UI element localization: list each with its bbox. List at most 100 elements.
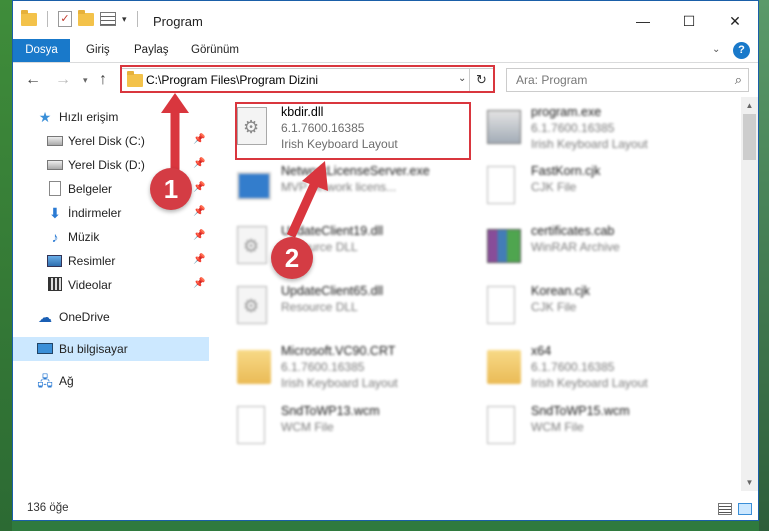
sidebar-item-label: OneDrive <box>59 310 110 324</box>
pin-icon[interactable]: 📌 <box>193 134 205 145</box>
address-bar-highlight <box>120 65 495 93</box>
drive-icon <box>47 133 63 149</box>
pin-icon[interactable]: 📌 <box>193 158 205 169</box>
download-icon: ⬇ <box>49 205 61 221</box>
pin-icon[interactable]: 📌 <box>193 254 205 265</box>
file-item[interactable]: NetworkLicenseServer.exe MVP network lic… <box>231 159 467 213</box>
sidebar-item-label: Hızlı erişim <box>59 110 119 124</box>
pin-icon[interactable]: 📌 <box>193 278 205 289</box>
file-item[interactable]: certificates.cab WinRAR Archive <box>481 219 717 273</box>
file-item[interactable]: Microsoft.VC90.CRT 6.1.7600.16385 Irish … <box>231 339 467 393</box>
tab-file[interactable]: Dosya <box>13 39 70 62</box>
file-item[interactable]: program.exe 6.1.7600.16385 Irish Keyboar… <box>481 100 717 154</box>
archive-icon <box>487 226 521 266</box>
details-view-icon[interactable] <box>718 503 732 515</box>
blank-file-icon <box>487 166 521 206</box>
sidebar-item-label: Resimler <box>68 254 116 268</box>
file-type: WCM File <box>281 420 334 434</box>
new-folder-icon[interactable] <box>78 9 94 26</box>
file-name: NetworkLicenseServer.exe <box>281 164 430 178</box>
sidebar-item-pictures[interactable]: Resimler 📌 <box>13 249 209 273</box>
desktop-background-left <box>0 0 12 531</box>
tab-home[interactable]: Giriş <box>73 39 123 62</box>
sidebar-item-videos[interactable]: Videolar 📌 <box>13 273 209 297</box>
sidebar-item-onedrive[interactable]: ☁ OneDrive <box>13 305 209 329</box>
tab-share[interactable]: Paylaş <box>121 39 182 62</box>
dll-gear-icon <box>237 226 271 266</box>
minimize-button[interactable]: — <box>620 1 666 41</box>
sidebar-item-network[interactable]: 🖧 Ağ <box>13 369 209 393</box>
back-arrow-icon[interactable]: ← <box>25 71 41 89</box>
file-name: SndToWP15.wcm <box>531 404 630 418</box>
step-badge-2: 2 <box>271 237 313 279</box>
help-button[interactable]: ? <box>733 42 750 59</box>
file-name: SndToWP13.wcm <box>281 404 380 418</box>
qat-dropdown-icon[interactable]: ▾ <box>122 14 127 25</box>
vertical-scrollbar[interactable]: ▲ ▼ <box>741 97 758 491</box>
divider <box>47 11 48 27</box>
file-name: UpdateClient65.dll <box>281 284 384 298</box>
search-placeholder[interactable]: Ara: Program <box>516 73 587 87</box>
tiles-view-icon[interactable] <box>738 503 752 515</box>
network-icon: 🖧 <box>37 373 53 389</box>
file-item[interactable]: Korean.cjk CJK File <box>481 279 717 333</box>
recent-locations-chevron-icon[interactable]: ▾ <box>83 75 88 86</box>
scroll-up-icon[interactable]: ▲ <box>741 97 758 114</box>
scroll-down-icon[interactable]: ▼ <box>741 474 758 491</box>
documents-icon <box>49 181 65 197</box>
search-box[interactable]: Ara: Program ⌕ <box>506 68 749 92</box>
star-icon: ★ <box>38 109 52 125</box>
sidebar-item-label: Yerel Disk (D:) <box>68 158 145 172</box>
status-bar: 136 öğe <box>13 498 758 520</box>
sidebar-item-this-pc[interactable]: Bu bilgisayar <box>13 337 209 361</box>
forward-arrow-icon[interactable]: → <box>55 71 71 89</box>
file-description: Irish Keyboard Layout <box>531 137 648 151</box>
file-item[interactable]: UpdateClient19.dll Resource DLL <box>231 219 467 273</box>
file-type: MVP network licens... <box>281 180 397 194</box>
file-version: 6.1.7600.16385 <box>531 121 615 135</box>
properties-check-icon[interactable]: ✓ <box>58 11 72 27</box>
sidebar-item-music[interactable]: ♪ Müzik 📌 <box>13 225 209 249</box>
maximize-button[interactable]: ☐ <box>666 1 712 41</box>
properties-list-icon[interactable] <box>100 12 116 26</box>
exe-icon <box>487 107 521 147</box>
step-badge-1: 1 <box>150 168 192 210</box>
sidebar-item-label: İndirmeler <box>68 206 122 220</box>
up-arrow-icon[interactable]: ↑ <box>99 71 107 89</box>
folder-icon <box>21 9 37 26</box>
pin-icon[interactable]: 📌 <box>193 206 205 217</box>
close-button[interactable]: ✕ <box>712 1 758 41</box>
window-title: Program <box>153 14 203 29</box>
divider <box>136 11 138 27</box>
blank-file-icon <box>487 286 521 326</box>
file-name: program.exe <box>531 105 602 119</box>
search-icon[interactable]: ⌕ <box>735 72 742 88</box>
file-item[interactable]: FastKorn.cjk CJK File <box>481 159 717 213</box>
pin-icon[interactable]: 📌 <box>193 182 205 193</box>
sidebar-item-local-disk-c[interactable]: Yerel Disk (C:) 📌 <box>13 129 209 153</box>
blank-file-icon <box>237 406 271 446</box>
chevron-down-icon[interactable]: ⌄ <box>712 44 724 56</box>
title-bar: ✓ ▾ Program — ☐ ✕ <box>13 1 758 41</box>
tab-view[interactable]: Görünüm <box>178 39 252 62</box>
file-type: WCM File <box>531 420 584 434</box>
file-name: Korean.cjk <box>531 284 591 298</box>
music-icon: ♪ <box>51 229 59 245</box>
file-description: Irish Keyboard Layout <box>531 376 648 390</box>
file-name: Microsoft.VC90.CRT <box>281 344 396 358</box>
pin-icon[interactable]: 📌 <box>193 230 205 241</box>
scroll-thumb[interactable] <box>743 114 756 160</box>
sidebar-item-quick-access[interactable]: ★ Hızlı erişim <box>13 105 209 129</box>
sidebar-item-label: Belgeler <box>68 182 113 196</box>
file-item[interactable]: SndToWP13.wcm WCM File <box>231 399 467 453</box>
file-item[interactable]: UpdateClient65.dll Resource DLL <box>231 279 467 333</box>
navigation-pane: ★ Hızlı erişim Yerel Disk (C:) 📌 Yerel D… <box>13 101 209 491</box>
sidebar-item-label: Müzik <box>68 230 100 244</box>
file-item[interactable]: SndToWP15.wcm WCM File <box>481 399 717 453</box>
explorer-window: ✓ ▾ Program — ☐ ✕ Dosya Giriş Paylaş Gör… <box>12 0 759 521</box>
file-item[interactable]: x64 6.1.7600.16385 Irish Keyboard Layout <box>481 339 717 393</box>
file-type: CJK File <box>531 180 577 194</box>
pictures-icon <box>47 253 63 269</box>
app-icon <box>237 166 271 206</box>
videos-icon <box>48 277 64 293</box>
